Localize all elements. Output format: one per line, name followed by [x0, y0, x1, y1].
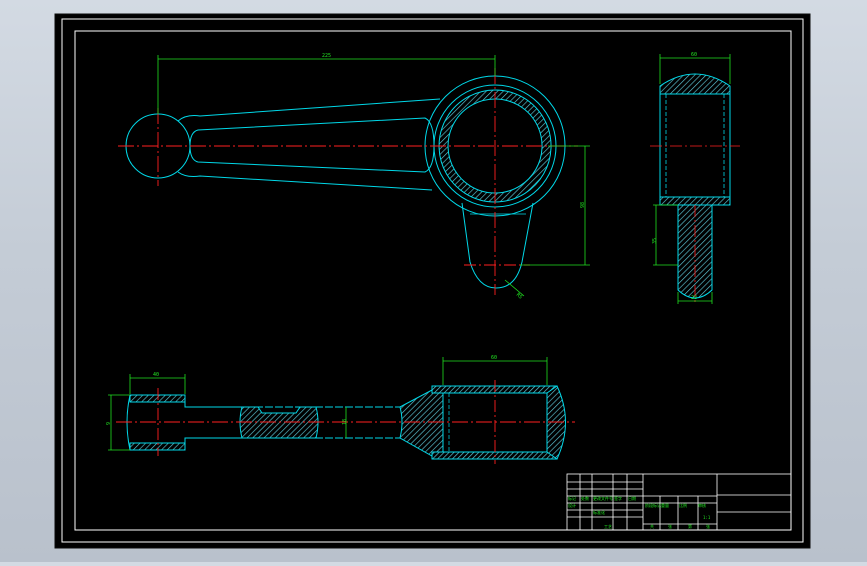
dim-label-side-bottom: 22	[691, 295, 697, 301]
title-block-cell: 工艺	[604, 524, 612, 529]
dim-label-section-left-width: 40	[153, 372, 159, 378]
section-left-top-hatch	[129, 394, 186, 403]
title-block-cell: 阶段标记	[645, 502, 661, 508]
title-block-cell: 标记	[568, 495, 576, 501]
title-block-cell: 共	[650, 523, 654, 529]
title-block-cell: 比例	[679, 502, 687, 508]
title-block-cell: 审核	[698, 502, 706, 508]
dim-label-section-left-height: 9	[106, 422, 112, 425]
title-block-cell: 日期	[628, 495, 636, 501]
section-bushing-top-hatch	[431, 385, 558, 394]
title-block-cell: 设计	[568, 502, 576, 508]
side-flange-hatch	[659, 196, 731, 206]
dim-label-side-height: 35	[652, 238, 658, 244]
title-block-cell: 标准化	[593, 509, 605, 515]
title-block-cell: 1:1	[703, 515, 711, 520]
title-block-cell: 张	[668, 523, 672, 529]
section-left-bottom-hatch	[129, 442, 186, 451]
dim-label-section-right-width: 60	[491, 355, 497, 361]
dim-label-side-width: 60	[691, 52, 697, 58]
title-block-cell: 处数	[581, 495, 589, 501]
dim-label-vertical-offset: 98	[580, 202, 586, 208]
cad-viewport: 225 98 R5 60 35 22 40 9 18 60 标记 处数 更改文件…	[0, 0, 867, 562]
title-block-cell: 重量	[661, 502, 669, 508]
dim-label-section-mid-height: 18	[342, 419, 348, 425]
drawing-canvas: 225 98 R5 60 35 22 40 9 18 60 标记 处数 更改文件…	[54, 13, 811, 549]
title-block-cell: 第	[688, 523, 692, 529]
dim-label-top-length: 225	[322, 53, 331, 59]
title-block-cell: 签字	[614, 495, 622, 501]
title-block-cell: 张	[706, 523, 710, 529]
title-block-cell: 更改文件号	[593, 495, 613, 501]
section-bushing-bottom-hatch	[431, 451, 558, 460]
